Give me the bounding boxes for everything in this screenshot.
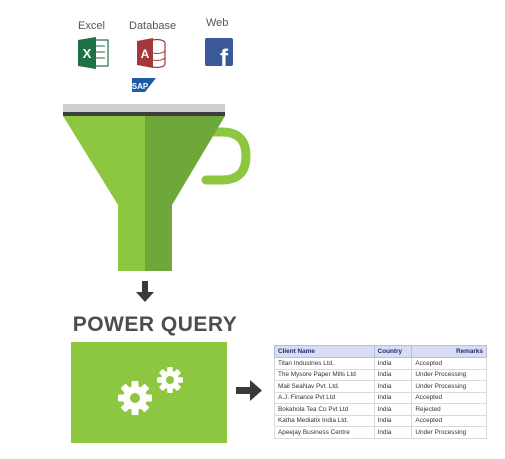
cell-client: Titan Industries Ltd.: [274, 357, 375, 370]
sap-logo: SAP: [132, 78, 156, 92]
cell-country: India: [373, 403, 413, 416]
cell-remarks: Accepted: [411, 414, 487, 427]
cell-remarks: Accepted: [411, 391, 487, 404]
cell-country: India: [373, 380, 413, 393]
cell-client: Bokahola Tea Co Pvt Ltd: [274, 403, 375, 416]
result-table: Client Name Country Remarks Titan Indust…: [274, 345, 487, 439]
down-arrow-icon: [136, 281, 154, 302]
cell-country: India: [373, 391, 413, 404]
page-title: POWER QUERY: [72, 313, 238, 336]
power-query-box: [71, 342, 227, 443]
table-header-row: Client Name Country Remarks: [274, 345, 487, 358]
cell-client: Mail SeaNav Pvt. Ltd.: [274, 380, 375, 393]
database-icon: A: [137, 38, 166, 69]
table-row: Mail SeaNav Pvt. Ltd. India Under Proces…: [274, 380, 487, 393]
cell-country: India: [373, 414, 413, 427]
cell-country: India: [373, 368, 413, 381]
table-row: Katha Mediatix India Ltd. India Accepted: [274, 414, 487, 427]
column-header-client: Client Name: [274, 345, 375, 358]
sap-logo-text: SAP: [132, 82, 149, 91]
cell-remarks: Under Processing: [411, 380, 487, 393]
cell-remarks: Accepted: [411, 357, 487, 370]
result-table-container: Client Name Country Remarks Titan Indust…: [274, 345, 487, 439]
cell-country: India: [373, 426, 413, 439]
funnel-icon: [63, 104, 251, 271]
cell-client: A.J. Finance Pvt Ltd: [274, 391, 375, 404]
web-icon-letter: f: [220, 45, 229, 72]
excel-icon-letter: X: [83, 46, 92, 61]
database-icon-letter: A: [141, 47, 150, 61]
excel-icon: X: [78, 37, 109, 69]
cell-client: The Mysore Paper Mills Ltd: [274, 368, 375, 381]
table-row: Titan Industries Ltd. India Accepted: [274, 357, 487, 370]
table-row: Apeejay Business Centre India Under Proc…: [274, 426, 487, 439]
column-header-remarks: Remarks: [411, 345, 487, 358]
cell-remarks: Rejected: [411, 403, 487, 416]
cell-country: India: [373, 357, 413, 370]
facebook-icon: f: [205, 38, 233, 72]
right-arrow-icon: [236, 380, 262, 401]
table-row: Bokahola Tea Co Pvt Ltd India Rejected: [274, 403, 487, 416]
cell-client: Apeejay Business Centre: [274, 426, 375, 439]
cell-client: Katha Mediatix India Ltd.: [274, 414, 375, 427]
column-header-country: Country: [373, 345, 413, 358]
table-row: A.J. Finance Pvt Ltd India Accepted: [274, 391, 487, 404]
cell-remarks: Under Processing: [411, 368, 487, 381]
cell-remarks: Under Processing: [411, 426, 487, 439]
table-row: The Mysore Paper Mills Ltd India Under P…: [274, 368, 487, 381]
